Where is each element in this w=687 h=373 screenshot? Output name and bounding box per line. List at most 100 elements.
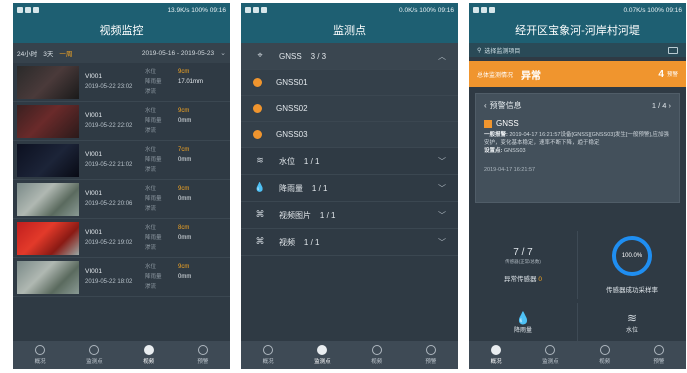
point-group-0[interactable]: ⌖ GNSS 3 / 3 ︿ [241, 43, 458, 70]
water-label: 水位 [145, 186, 157, 192]
tile-water-level[interactable]: ≋ 水位 [577, 303, 686, 341]
group-name: 视频图片 [279, 210, 311, 220]
filter-week[interactable]: 一周 [59, 48, 72, 58]
video-row[interactable]: VI001 2019-05-22 22:02 水位 降雨量 渗流 9cm 0mm [13, 102, 230, 141]
video-icon [143, 345, 154, 355]
nav-points[interactable]: 监测点 [67, 341, 121, 369]
abnormal-sensor-label: 异常传感器 [504, 276, 537, 283]
video-thumbnail[interactable] [17, 182, 79, 216]
date-range[interactable]: 2019-05-16 - 2019-05-23 [142, 50, 214, 57]
video-row[interactable]: VI001 2019-05-22 23:02 水位 降雨量 渗流 9cm 17.01mm [13, 63, 230, 102]
video-thumbnail[interactable] [17, 65, 79, 99]
camera-icon: ⌘ [255, 209, 265, 219]
rain-value: 0mm [178, 118, 192, 124]
nav-overview[interactable]: 概况 [13, 341, 67, 369]
group-count: 1 / 1 [319, 210, 336, 220]
sensor-tiles: 💧 降雨量 ≋ 水位 [469, 303, 686, 341]
tile-rainfall[interactable]: 💧 降雨量 [469, 303, 577, 341]
video-row[interactable]: VI001 2019-05-22 19:02 水位 降雨量 渗流 8cm 0mm [13, 219, 230, 258]
monitor-point-icon [89, 345, 100, 355]
group-name: 降雨量 [279, 183, 303, 193]
nav-video[interactable]: 视频 [122, 341, 176, 369]
rain-value: 0mm [178, 196, 192, 202]
alarm-message-block: 一般报警: 2019-04-17 16:21:57设备[GNSS][GNSS03… [484, 131, 671, 155]
nav-overview[interactable]: 概况 [241, 341, 295, 369]
video-thumbnail[interactable] [17, 143, 79, 177]
point-group-1[interactable]: ≋ 水位 1 / 1 ﹀ [241, 148, 458, 175]
filter-3d[interactable]: 3天 [43, 48, 53, 58]
water-value: 8cm [178, 225, 190, 231]
screen-icon[interactable] [668, 46, 678, 54]
chevron-down-icon[interactable]: ﹀ [438, 156, 446, 167]
group-count: 3 / 3 [310, 51, 327, 61]
point-item[interactable]: GNSS03 [241, 122, 458, 148]
overall-state: 异常 [521, 70, 542, 82]
point-group-3[interactable]: ⌘ 视频图片 1 / 1 ﹀ [241, 202, 458, 229]
chevron-down-icon[interactable]: ﹀ [438, 237, 446, 248]
water-label: 水位 [145, 69, 157, 75]
point-group-4[interactable]: ⌘ 视频 1 / 1 ﹀ [241, 229, 458, 256]
overall-status-bar: 总体监测情况 异常 4 预警 [469, 61, 686, 87]
stats-row: 7 / 7 传感器(正常/总数) 异常传感器 0 100.0% 传感器成功采样率 [469, 231, 686, 299]
video-icon [599, 345, 610, 355]
page-title: 经开区宝象河-河岸村河堤 [469, 17, 686, 43]
video-row[interactable]: VI001 2019-05-22 18:02 水位 降雨量 渗流 9cm 0mm [13, 258, 230, 297]
overview-icon [35, 345, 46, 355]
status-bar: 0.07K/s 100% 09:16 [469, 3, 686, 17]
sensor-count-cell[interactable]: 7 / 7 传感器(正常/总数) 异常传感器 0 [469, 231, 577, 299]
alarm-page: 1 / 4 › [652, 101, 671, 110]
battery-time: 100% 09:16 [191, 6, 226, 14]
nav-overview[interactable]: 概况 [469, 341, 523, 369]
chevron-right-icon[interactable]: › [669, 101, 672, 110]
video-name: VI001 [85, 151, 102, 158]
water-value: 9cm [178, 186, 190, 192]
alarm-source: GNSS [496, 119, 519, 128]
nav-video[interactable]: 视频 [578, 341, 632, 369]
video-row[interactable]: VI001 2019-05-22 21:02 水位 降雨量 渗流 7cm 0mm [13, 141, 230, 180]
nav-alarm[interactable]: 预警 [404, 341, 458, 369]
point-item[interactable]: GNSS01 [241, 70, 458, 96]
rain-label: 降雨量 [145, 118, 162, 124]
abnormal-sensor-count: 0 [538, 276, 542, 283]
rainfall-icon: 💧 [254, 182, 266, 192]
project-selector[interactable]: ⚲ 选择监测项目 [469, 43, 686, 57]
group-count: 1 / 1 [303, 156, 320, 166]
video-thumbnail[interactable] [17, 221, 79, 255]
nav-points[interactable]: 监测点 [523, 341, 577, 369]
chevron-left-icon[interactable]: ‹ [484, 101, 487, 110]
nav-alarm[interactable]: 预警 [176, 341, 230, 369]
chevron-down-icon[interactable]: ⌄ [220, 49, 226, 57]
overall-label: 总体监测情况 [477, 72, 514, 79]
video-thumbnail[interactable] [17, 104, 79, 138]
project-select-label: 选择监测项目 [484, 48, 521, 55]
point-item[interactable]: GNSS02 [241, 96, 458, 122]
sample-rate-cell[interactable]: 100.0% 传感器成功采样率 [577, 231, 686, 299]
chevron-down-icon[interactable]: ﹀ [438, 210, 446, 221]
video-time: 2019-05-22 18:02 [85, 279, 133, 285]
chevron-up-icon[interactable]: ︿ [438, 51, 446, 62]
bottom-nav: 概况 监测点 视频 预警 [13, 341, 230, 369]
chevron-down-icon[interactable]: ﹀ [438, 183, 446, 194]
water-value: 9cm [178, 69, 190, 75]
video-name: VI001 [85, 190, 102, 197]
nav-video[interactable]: 视频 [350, 341, 404, 369]
group-count: 1 / 1 [311, 183, 328, 193]
video-thumbnail[interactable] [17, 260, 79, 294]
video-row[interactable]: VI001 2019-05-22 20:06 水位 降雨量 渗流 9cm 0mm [13, 180, 230, 219]
seep-label: 渗流 [145, 128, 157, 134]
nav-alarm[interactable]: 预警 [632, 341, 686, 369]
battery-time: 100% 09:16 [419, 6, 454, 14]
filter-24h[interactable]: 24小时 [17, 48, 37, 58]
point-name: GNSS02 [276, 104, 308, 113]
bottom-nav: 概况 监测点 视频 预警 [469, 341, 686, 369]
video-time: 2019-05-22 23:02 [85, 84, 133, 90]
point-group-2[interactable]: 💧 降雨量 1 / 1 ﹀ [241, 175, 458, 202]
water-label: 水位 [145, 108, 157, 114]
rain-label: 降雨量 [145, 274, 162, 280]
nav-overview-label: 概况 [34, 359, 46, 365]
nav-points[interactable]: 监测点 [295, 341, 349, 369]
page-title: 视频监控 [13, 17, 230, 43]
monitor-point-icon [317, 345, 328, 355]
time-filter-bar: 24小时 3天 一周 2019-05-16 - 2019-05-23 ⌄ [13, 43, 230, 63]
video-list: VI001 2019-05-22 23:02 水位 降雨量 渗流 9cm 17.01mm… [13, 63, 230, 297]
